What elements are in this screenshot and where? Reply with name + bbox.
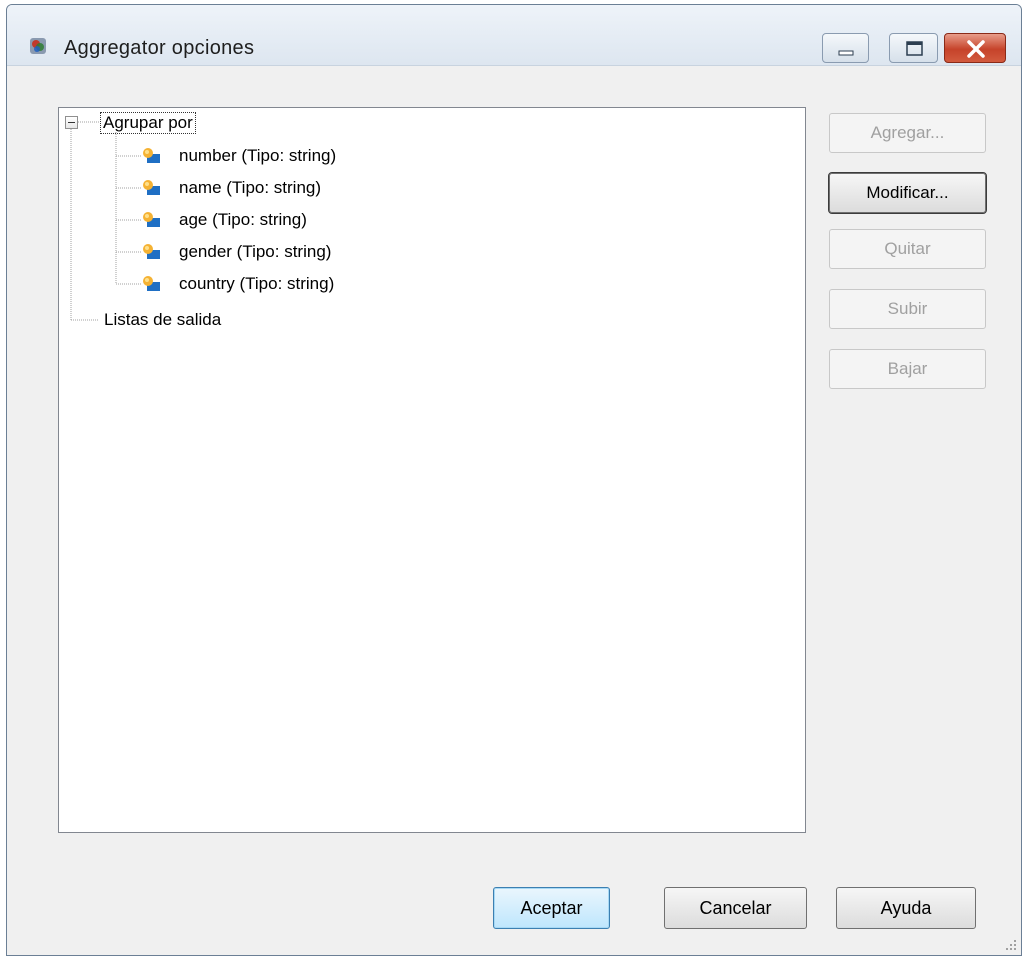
move-up-button[interactable]: Subir: [829, 289, 986, 329]
add-button[interactable]: Agregar...: [829, 113, 986, 153]
field-icon: [143, 180, 160, 195]
window-title: Aggregator opciones: [64, 37, 255, 59]
tree-connector-lines: [70, 121, 141, 321]
field-icon: [143, 244, 160, 259]
collapse-toggle[interactable]: [65, 116, 78, 129]
tree-item-label: age (Tipo: string): [179, 210, 307, 229]
resize-grip-icon[interactable]: [1005, 939, 1017, 951]
close-icon: [967, 40, 985, 58]
cancel-button[interactable]: Cancelar: [664, 887, 807, 929]
modify-button[interactable]: Modificar...: [828, 172, 987, 214]
tree-node-listas-de-salida[interactable]: Listas de salida: [104, 310, 221, 330]
remove-button[interactable]: Quitar: [829, 229, 986, 269]
tree-item-label: country (Tipo: string): [179, 274, 335, 293]
close-button[interactable]: [944, 33, 1006, 63]
title-bar[interactable]: Aggregator opciones: [7, 5, 1021, 66]
tree-node-agrupar-por[interactable]: Agrupar por: [100, 112, 196, 134]
move-down-button[interactable]: Bajar: [829, 349, 986, 389]
minimize-icon: [838, 50, 854, 56]
maximize-icon: [906, 41, 923, 56]
field-icon: [143, 148, 160, 163]
field-icon: [143, 276, 160, 291]
options-tree[interactable]: Agrupar por number (Tipo: string) name (…: [58, 107, 806, 833]
dialog-window: Aggregator opciones Agrupar por number (…: [6, 4, 1022, 956]
help-button[interactable]: Ayuda: [836, 887, 976, 929]
tree-item-label: number (Tipo: string): [179, 146, 337, 165]
app-icon: [30, 38, 46, 54]
field-icon: [143, 212, 160, 227]
minimize-button[interactable]: [822, 33, 869, 63]
tree-item-label: name (Tipo: string): [179, 178, 322, 197]
maximize-button[interactable]: [889, 33, 938, 63]
tree-item-label: gender (Tipo: string): [179, 242, 332, 261]
accept-button[interactable]: Aceptar: [493, 887, 610, 929]
